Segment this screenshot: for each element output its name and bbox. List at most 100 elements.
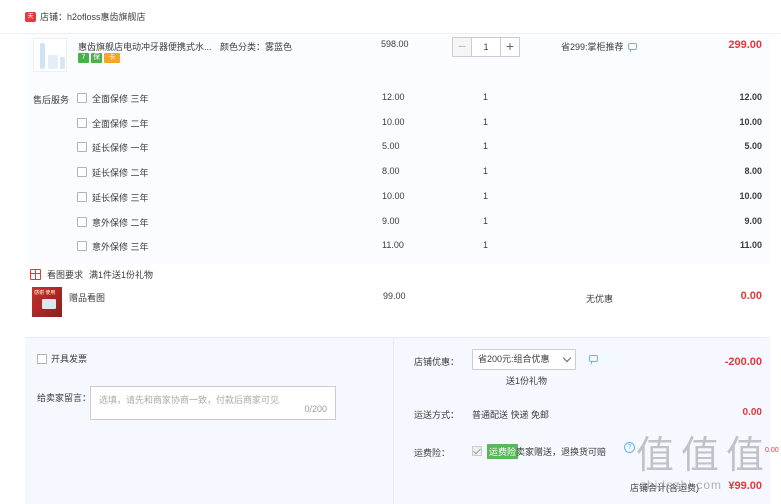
product-promotion: 省299:掌柜推荐 (561, 40, 637, 53)
service-price: 9.00 (382, 216, 400, 226)
shop-header: 天猫 店铺：h2ofloss惠齿旗舰店 (0, 0, 781, 34)
guarantee-icon: 保 (91, 53, 102, 63)
service-qty: 1 (483, 117, 489, 127)
memo-label: 给卖家留言： (37, 393, 92, 403)
coupon-selected-value: 省200元:组合优惠 (478, 354, 550, 364)
service-checkbox[interactable] (77, 217, 87, 227)
service-price: 10.00 (382, 117, 405, 127)
shipping-label: 运送方式： (414, 410, 460, 420)
service-total: 12.00 (739, 92, 762, 102)
service-name: 延长保修 三年 (92, 193, 149, 203)
gift-thumbnail[interactable]: 感谢 使用 (32, 287, 62, 317)
quantity-increase-button[interactable]: + (500, 37, 520, 57)
service-checkbox[interactable] (77, 118, 87, 128)
service-total: 5.00 (744, 141, 762, 151)
seller-memo-textarea[interactable]: 选填，请先和商家协商一致，付款后商家可见 0/200 (90, 386, 336, 420)
service-checkbox[interactable] (77, 167, 87, 177)
service-qty: 1 (483, 92, 489, 102)
gift-icon (30, 269, 41, 280)
service-option: 意外保修 三年 11.00 1 11.00 (77, 240, 767, 254)
service-total: 9.00 (744, 216, 762, 226)
memo-placeholder: 选填，请先和商家协商一致，付款后商家可见 (99, 395, 280, 405)
product-color: 颜色分类：雾蓝色 (220, 42, 293, 52)
quantity-input[interactable]: 1 (472, 37, 500, 57)
gift-item: 感谢 使用 赠品看图 99.00 无优惠 0.00 (25, 284, 770, 320)
seven-day-return-icon: 7 (78, 53, 89, 63)
service-option: 全面保修 三年 12.00 1 12.00 (77, 92, 767, 106)
product-unit-price: 598.00 (381, 39, 409, 49)
coupon-gift: 送1份礼物 (506, 376, 548, 386)
service-total: 8.00 (744, 166, 762, 176)
insurance-description: 卖家赠送，退换货可赔 (516, 447, 607, 457)
service-option: 延长保修 二年 8.00 1 8.00 (77, 166, 767, 180)
gift-price: 99.00 (383, 291, 406, 301)
watermark-text: zhidezhi.com (640, 478, 723, 492)
gift-name[interactable]: 赠品看图 (69, 291, 105, 304)
insurance-checkbox[interactable] (472, 446, 482, 456)
service-name: 延长保修 一年 (92, 143, 149, 153)
service-option: 意外保修 二年 9.00 1 9.00 (77, 216, 767, 230)
service-name: 意外保修 三年 (92, 242, 149, 252)
product-title-link[interactable]: 惠齿旗舰店电动冲牙器便携式水... (78, 40, 218, 53)
service-price: 12.00 (382, 92, 405, 102)
tmall-logo-icon: 天猫 (25, 11, 36, 30)
service-price: 10.00 (382, 191, 405, 201)
quantity-decrease-button[interactable]: − (452, 37, 472, 57)
promotion-text: 省299:掌柜推荐 (561, 42, 624, 52)
service-total: 11.00 (739, 240, 762, 250)
service-name: 全面保修 三年 (92, 94, 149, 104)
product-subtotal: 299.00 (728, 39, 762, 51)
gift-header: 看图要求 满1件送1份礼物 (30, 268, 153, 281)
chevron-down-icon (562, 353, 572, 363)
service-name: 延长保修 二年 (92, 168, 149, 178)
shop-name-link[interactable]: 店铺：h2ofloss惠齿旗舰店 (40, 10, 146, 23)
invoice-label: 开具发票 (51, 354, 88, 364)
coupon-select[interactable]: 省200元:组合优惠 (472, 349, 576, 370)
service-option: 延长保修 一年 5.00 1 5.00 (77, 141, 767, 155)
gift-rule: 满1件送1份礼物 (89, 270, 154, 280)
service-qty: 1 (483, 216, 489, 226)
watermark-glyph: 值 (681, 433, 720, 477)
insurance-tag: 运费险 (487, 444, 519, 459)
gift-promotion: 无优惠 (586, 294, 614, 304)
service-name: 全面保修 二年 (92, 119, 149, 129)
service-checkbox[interactable] (77, 142, 87, 152)
service-total: 10.00 (739, 117, 762, 127)
service-option: 延长保修 三年 10.00 1 10.00 (77, 191, 767, 205)
coupon-discount: -200.00 (724, 356, 762, 368)
invoice-option[interactable]: 开具发票 (37, 352, 87, 365)
shipping-fee: 0.00 (742, 407, 762, 418)
shipping-method[interactable]: 普通配送 快递 免邮 (472, 408, 549, 421)
product-badges: 7 保 卡 (78, 53, 120, 63)
gift-subtotal: 0.00 (740, 290, 762, 302)
service-qty: 1 (483, 240, 489, 250)
watermark-glyph: 值 (726, 433, 765, 477)
chat-icon[interactable] (627, 43, 637, 52)
service-qty: 1 (483, 166, 489, 176)
service-checkbox[interactable] (77, 93, 87, 103)
gift-header-label: 看图要求 (47, 270, 84, 280)
order-item-block: 惠齿旗舰店电动冲牙器便携式水... 7 保 卡 颜色分类：雾蓝色 598.00 … (25, 34, 770, 264)
product-thumbnail[interactable] (33, 38, 67, 72)
service-option: 全面保修 二年 10.00 1 10.00 (77, 117, 767, 131)
insurance-label: 运费险： (414, 448, 451, 458)
chat-icon[interactable] (589, 355, 598, 364)
card-payment-icon: 卡 (104, 53, 120, 63)
service-qty: 1 (483, 191, 489, 201)
after-sales-label: 售后服务 (33, 95, 70, 105)
site-watermark: 值 值 值 zhidezhi.com (632, 420, 777, 504)
gift-image-text: 感谢 使用 (34, 290, 56, 296)
quantity-stepper: − 1 + (452, 37, 520, 57)
watermark-glyph: 值 (636, 433, 675, 477)
service-price: 8.00 (382, 166, 400, 176)
service-qty: 1 (483, 141, 489, 151)
service-price: 5.00 (382, 141, 400, 151)
memo-char-count: 0/200 (304, 404, 327, 414)
coupon-label: 店铺优惠： (414, 357, 460, 367)
invoice-checkbox[interactable] (37, 353, 47, 364)
service-name: 意外保修 二年 (92, 218, 149, 228)
service-total: 10.00 (739, 191, 762, 201)
service-checkbox[interactable] (77, 241, 87, 251)
service-price: 11.00 (382, 240, 404, 250)
service-checkbox[interactable] (77, 192, 87, 202)
